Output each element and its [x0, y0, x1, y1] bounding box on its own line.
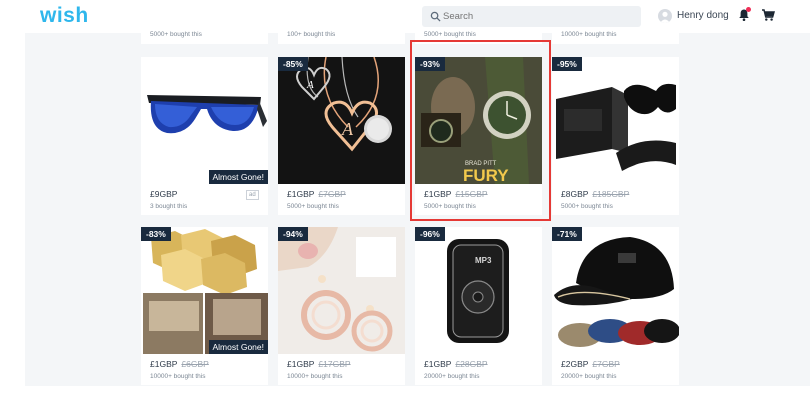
discount-badge: -95%	[552, 57, 582, 71]
sold-count: 3 bought this	[150, 203, 188, 210]
highlight-box	[410, 40, 551, 221]
product-card[interactable]: -71% £2GBP £7GBP 20000+ bought this	[552, 227, 679, 385]
product-price: £2GBP £7GBP	[561, 359, 620, 369]
product-price: £9GBP	[150, 189, 177, 199]
search-icon	[430, 11, 441, 22]
user-avatar[interactable]	[658, 9, 672, 23]
discount-badge: -96%	[415, 227, 445, 241]
current-price: £1GBP	[287, 359, 315, 369]
product-card[interactable]: 100+ bought this	[278, 28, 405, 44]
discount-badge: -83%	[141, 227, 171, 241]
almost-gone-badge: Almost Gone!	[208, 170, 268, 184]
discount-badge: -71%	[552, 227, 582, 241]
product-image[interactable]: A A -85%	[278, 57, 405, 184]
earrings-image	[278, 227, 396, 352]
sold-count: 20000+ bought this	[424, 373, 480, 380]
sold-count: 10000+ bought this	[150, 373, 206, 380]
current-price: £8GBP	[561, 189, 589, 199]
original-price: £28GBP	[455, 359, 488, 369]
sold-count: 10000+ bought this	[287, 373, 343, 380]
user-name[interactable]: Henry dong	[677, 10, 729, 21]
product-card[interactable]: Almost Gone! £9GBP ad 3 bought this	[141, 57, 268, 215]
cart-icon[interactable]	[761, 8, 775, 22]
product-card[interactable]: 5000+ bought this	[141, 28, 268, 44]
product-price: £8GBP £185GBP	[561, 189, 629, 199]
sold-count: 5000+ bought this	[287, 203, 339, 210]
product-card[interactable]: -83% Almost Gone! £1GBP £6GBP 10000+ boug…	[141, 227, 268, 385]
current-price: £1GBP	[287, 189, 315, 199]
svg-text:A: A	[341, 119, 354, 139]
product-image[interactable]: -95%	[552, 57, 679, 184]
top-navbar: wish Henry dong	[0, 0, 810, 33]
current-price: £1GBP	[424, 359, 452, 369]
almost-gone-badge: Almost Gone!	[208, 340, 268, 354]
current-price: £9GBP	[150, 189, 178, 199]
original-price: £6GBP	[181, 359, 209, 369]
discount-badge: -85%	[278, 57, 308, 71]
product-price: £1GBP £7GBP	[287, 189, 346, 199]
svg-text:A: A	[306, 79, 314, 91]
sold-count: 10000+ bought this	[561, 31, 617, 38]
product-price: £1GBP £28GBP	[424, 359, 488, 369]
product-card[interactable]: A A -85% £1GBP £7GBP 5000+ bought this	[278, 57, 405, 215]
product-card[interactable]: MP3 -96% £1GBP £28GBP 20000+ bought this	[415, 227, 542, 385]
sold-count: 5000+ bought this	[424, 31, 476, 38]
product-image[interactable]: Almost Gone!	[141, 57, 268, 184]
product-image[interactable]: -71%	[552, 227, 679, 354]
product-card[interactable]: -94% £1GBP £17GBP 10000+ bought this	[278, 227, 405, 385]
sunglasses-image	[147, 95, 267, 134]
sold-count: 20000+ bought this	[561, 373, 617, 380]
original-price: £7GBP	[318, 189, 346, 199]
discount-badge: -94%	[278, 227, 308, 241]
product-card[interactable]: 10000+ bought this	[552, 28, 679, 44]
product-card[interactable]: -95% £8GBP £185GBP 5000+ bought this	[552, 57, 679, 215]
sold-count: 5000+ bought this	[150, 31, 202, 38]
cap-image	[554, 237, 679, 347]
original-price: £17GBP	[318, 359, 351, 369]
product-image[interactable]: -83% Almost Gone!	[141, 227, 268, 354]
device-label: MP3	[475, 256, 492, 265]
current-price: £1GBP	[150, 359, 178, 369]
sold-count: 100+ bought this	[287, 31, 336, 38]
search-input[interactable]	[443, 8, 633, 25]
original-price: £7GBP	[592, 359, 620, 369]
sold-count: 5000+ bought this	[561, 203, 613, 210]
notification-dot	[746, 7, 751, 12]
necklace-image: A A	[296, 57, 392, 152]
glasses-case-image	[556, 83, 676, 171]
product-price: £1GBP £17GBP	[287, 359, 351, 369]
search-bar[interactable]	[422, 6, 641, 27]
original-price: £185GBP	[592, 189, 630, 199]
current-price: £2GBP	[561, 359, 589, 369]
product-image[interactable]: MP3 -96%	[415, 227, 542, 354]
mirror-tiles-image	[143, 229, 268, 354]
wish-logo[interactable]: wish	[40, 4, 89, 28]
ad-label: ad	[246, 190, 259, 200]
product-price: £1GBP £6GBP	[150, 359, 209, 369]
product-image[interactable]: -94%	[278, 227, 405, 354]
mp3-player-image: MP3	[447, 239, 509, 343]
